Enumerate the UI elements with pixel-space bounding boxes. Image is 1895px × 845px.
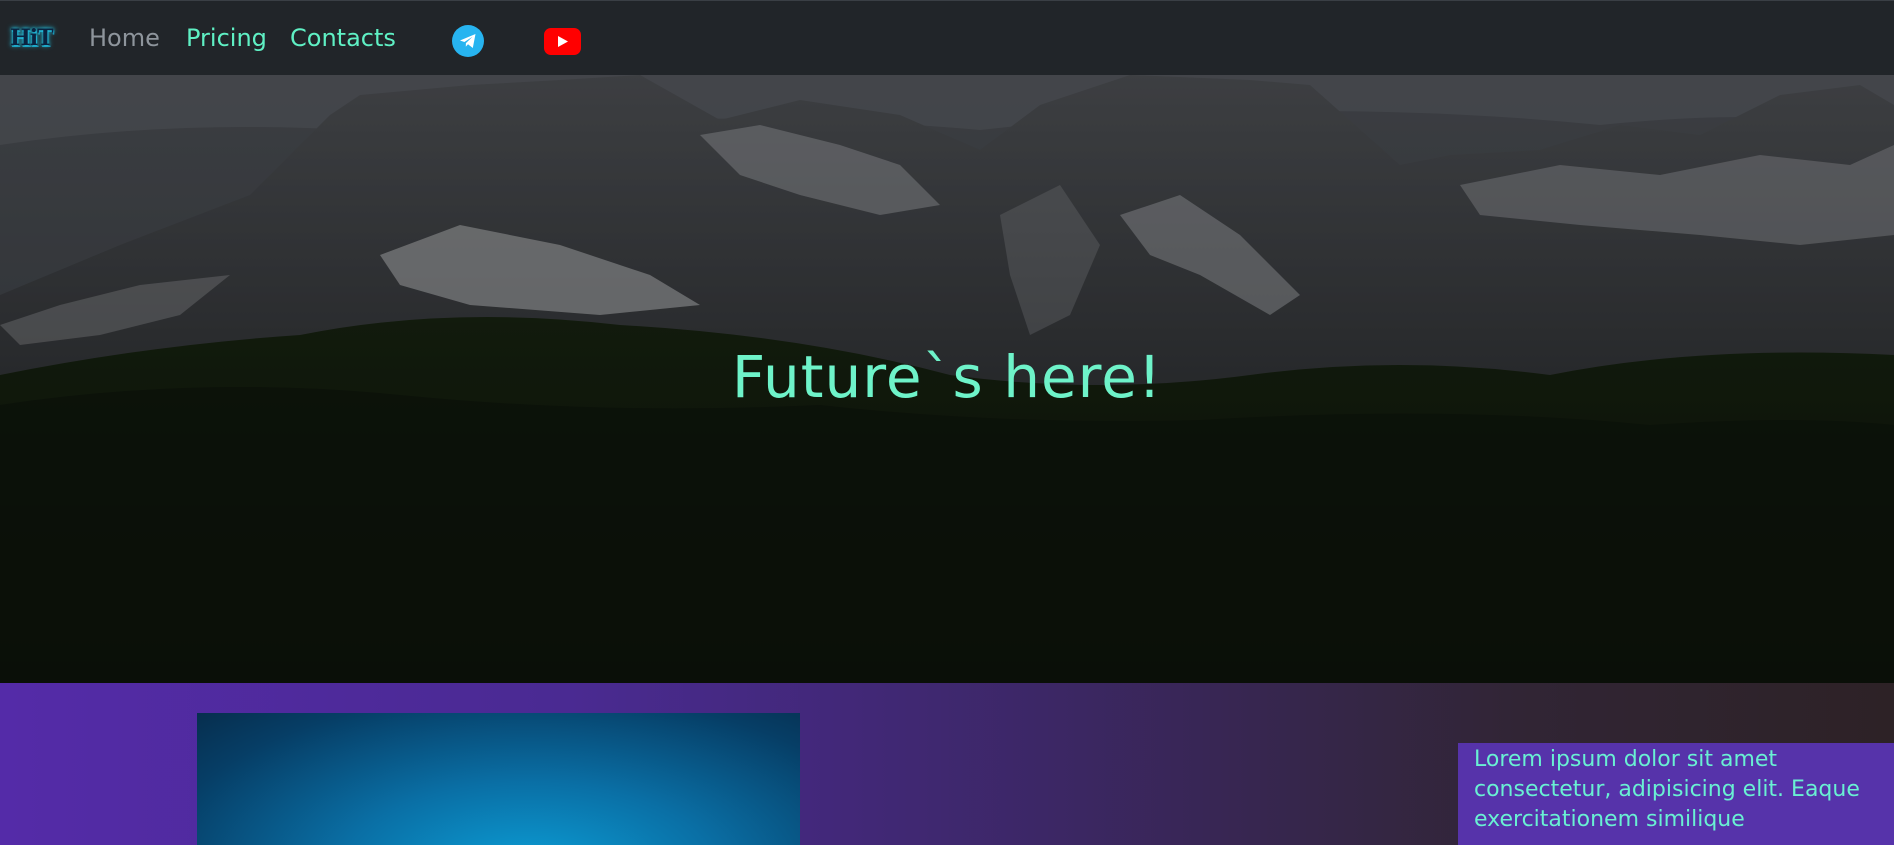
nav-link-home[interactable]: Home [89,23,160,53]
nav-link-pricing[interactable]: Pricing [186,23,267,53]
feature-paragraph: Lorem ipsum dolor sit amet consectetur, … [1474,747,1860,832]
hero-banner: Future`s here! [0,75,1894,683]
logo[interactable]: HiT [10,21,60,55]
telegram-icon[interactable] [452,25,484,57]
navbar: HiT Home Pricing Contacts [0,0,1894,75]
hero-title: Future`s here! [731,343,1163,411]
feature-section: Lorem ipsum dolor sit amet consectetur, … [0,683,1895,845]
page: HiT Home Pricing Contacts Future`s here!… [0,0,1895,845]
youtube-icon[interactable] [544,28,581,55]
feature-text-box: Lorem ipsum dolor sit amet consectetur, … [1458,743,1895,845]
nav-link-contacts[interactable]: Contacts [290,23,396,53]
feature-image [197,713,800,845]
